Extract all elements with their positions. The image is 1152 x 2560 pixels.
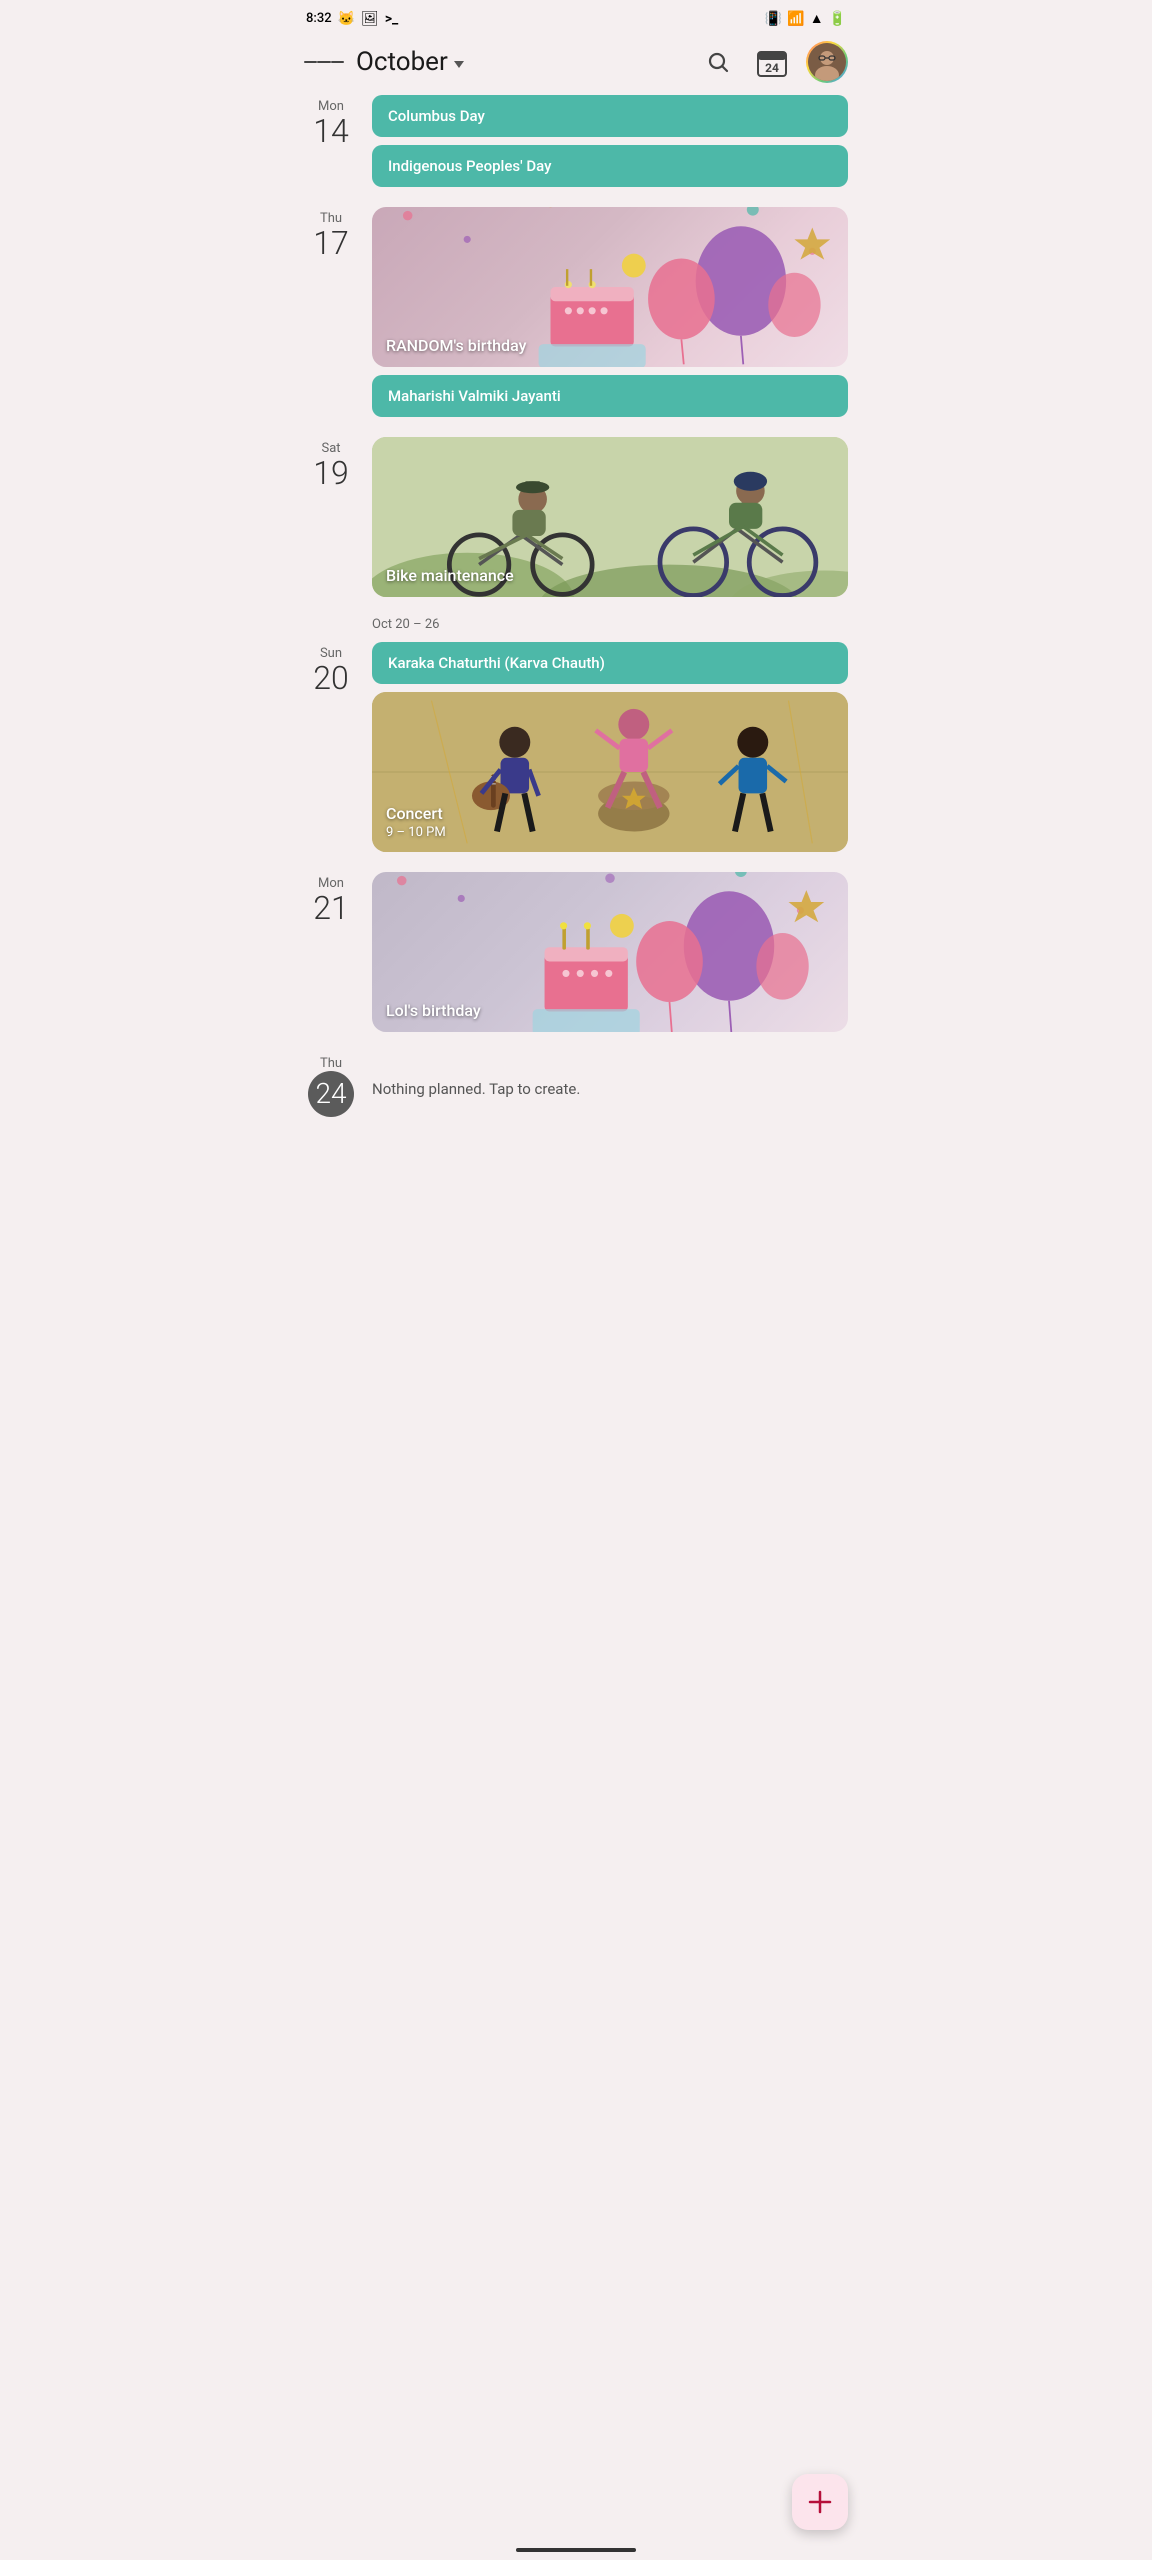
event-concert-label: Concert 9 – 10 PM bbox=[386, 804, 446, 840]
event-concert-time: 9 – 10 PM bbox=[386, 825, 446, 840]
signal-icon: ▲ bbox=[810, 10, 824, 27]
day-events-thu24[interactable]: Nothing planned. Tap to create. bbox=[372, 1052, 848, 1117]
hamburger-line1 bbox=[304, 61, 317, 63]
nothing-planned-text: Nothing planned. Tap to create. bbox=[372, 1072, 848, 1106]
day-num-mon14: 14 bbox=[313, 114, 349, 149]
day-section-sun20: Sun 20 Karaka Chaturthi (Karva Chauth) bbox=[304, 642, 848, 852]
cat-icon: 🐱 bbox=[338, 11, 355, 27]
month-title: October bbox=[356, 47, 448, 77]
day-num-mon21: 21 bbox=[313, 891, 349, 926]
day-events-thu17: RANDOM's birthday Maharishi Valmiki Jaya… bbox=[372, 207, 848, 417]
event-lol-birthday-label: Lol's birthday bbox=[386, 1001, 481, 1020]
day-num-sun20: 20 bbox=[313, 661, 349, 696]
status-left: 8:32 🐱 🖼 >_ bbox=[306, 11, 398, 27]
day-events-sat19: Bike maintenance bbox=[372, 437, 848, 597]
day-section-mon14: Mon 14 Columbus Day Indigenous Peoples' … bbox=[304, 95, 848, 187]
menu-button[interactable] bbox=[304, 42, 344, 82]
fab-create-button[interactable] bbox=[792, 2474, 848, 2530]
status-time: 8:32 bbox=[306, 11, 332, 26]
day-events-mon14: Columbus Day Indigenous Peoples' Day bbox=[372, 95, 848, 187]
day-num-thu24: 24 bbox=[308, 1071, 354, 1117]
search-button[interactable] bbox=[698, 42, 738, 82]
event-columbus-day[interactable]: Columbus Day bbox=[372, 95, 848, 137]
day-events-sun20: Karaka Chaturthi (Karva Chauth) bbox=[372, 642, 848, 852]
week-range-label: Oct 20 – 26 bbox=[304, 617, 848, 632]
event-indigenous-peoples-day[interactable]: Indigenous Peoples' Day bbox=[372, 145, 848, 187]
image-icon: 🖼 bbox=[361, 11, 379, 27]
day-label-mon14: Mon 14 bbox=[304, 95, 358, 187]
svg-text:24: 24 bbox=[765, 61, 779, 75]
calendar-body: Mon 14 Columbus Day Indigenous Peoples' … bbox=[288, 95, 864, 1237]
user-avatar[interactable] bbox=[806, 41, 848, 83]
event-bike-maintenance[interactable]: Bike maintenance bbox=[372, 437, 848, 597]
day-label-sat19: Sat 19 bbox=[304, 437, 358, 597]
month-selector[interactable]: October bbox=[356, 47, 686, 77]
battery-icon: 🔋 bbox=[829, 11, 846, 27]
terminal-icon: >_ bbox=[385, 11, 398, 27]
event-birthday-label: RANDOM's birthday bbox=[386, 336, 526, 355]
day-num-thu17: 17 bbox=[313, 226, 349, 261]
day-section-mon21: Mon 21 bbox=[304, 872, 848, 1032]
bottom-nav-indicator bbox=[516, 2548, 636, 2552]
wifi-icon: 📶 bbox=[787, 11, 804, 27]
app-header: October 24 bbox=[288, 33, 864, 95]
status-bar: 8:32 🐱 🖼 >_ 📳 📶 ▲ 🔋 bbox=[288, 0, 864, 33]
chevron-down-icon bbox=[454, 61, 464, 68]
hamburger-line2 bbox=[317, 61, 330, 63]
day-label-thu17: Thu 17 bbox=[304, 207, 358, 417]
event-concert[interactable]: Concert 9 – 10 PM bbox=[372, 692, 848, 852]
vibrate-icon: 📳 bbox=[765, 11, 782, 27]
day-section-thu24: Thu 24 Nothing planned. Tap to create. bbox=[304, 1052, 848, 1117]
calendar-date-button[interactable]: 24 bbox=[752, 42, 792, 82]
day-label-mon21: Mon 21 bbox=[304, 872, 358, 1032]
day-events-mon21: Lol's birthday bbox=[372, 872, 848, 1032]
event-maharishi-valmiki[interactable]: Maharishi Valmiki Jayanti bbox=[372, 375, 848, 417]
status-right: 📳 📶 ▲ 🔋 bbox=[765, 10, 846, 27]
event-karaka-chaturthi[interactable]: Karaka Chaturthi (Karva Chauth) bbox=[372, 642, 848, 684]
day-num-sat19: 19 bbox=[313, 456, 349, 491]
hamburger-line3 bbox=[331, 61, 344, 63]
event-bike-label: Bike maintenance bbox=[386, 566, 514, 585]
day-section-thu17: Thu 17 bbox=[304, 207, 848, 417]
header-icons: 24 bbox=[698, 41, 848, 83]
day-name-thu24: Thu bbox=[320, 1056, 342, 1071]
event-lol-birthday[interactable]: Lol's birthday bbox=[372, 872, 848, 1032]
day-section-sat19: Sat 19 bbox=[304, 437, 848, 597]
avatar-image bbox=[808, 43, 846, 81]
day-label-thu24: Thu 24 bbox=[304, 1052, 358, 1117]
event-random-birthday[interactable]: RANDOM's birthday bbox=[372, 207, 848, 367]
day-label-sun20: Sun 20 bbox=[304, 642, 358, 852]
